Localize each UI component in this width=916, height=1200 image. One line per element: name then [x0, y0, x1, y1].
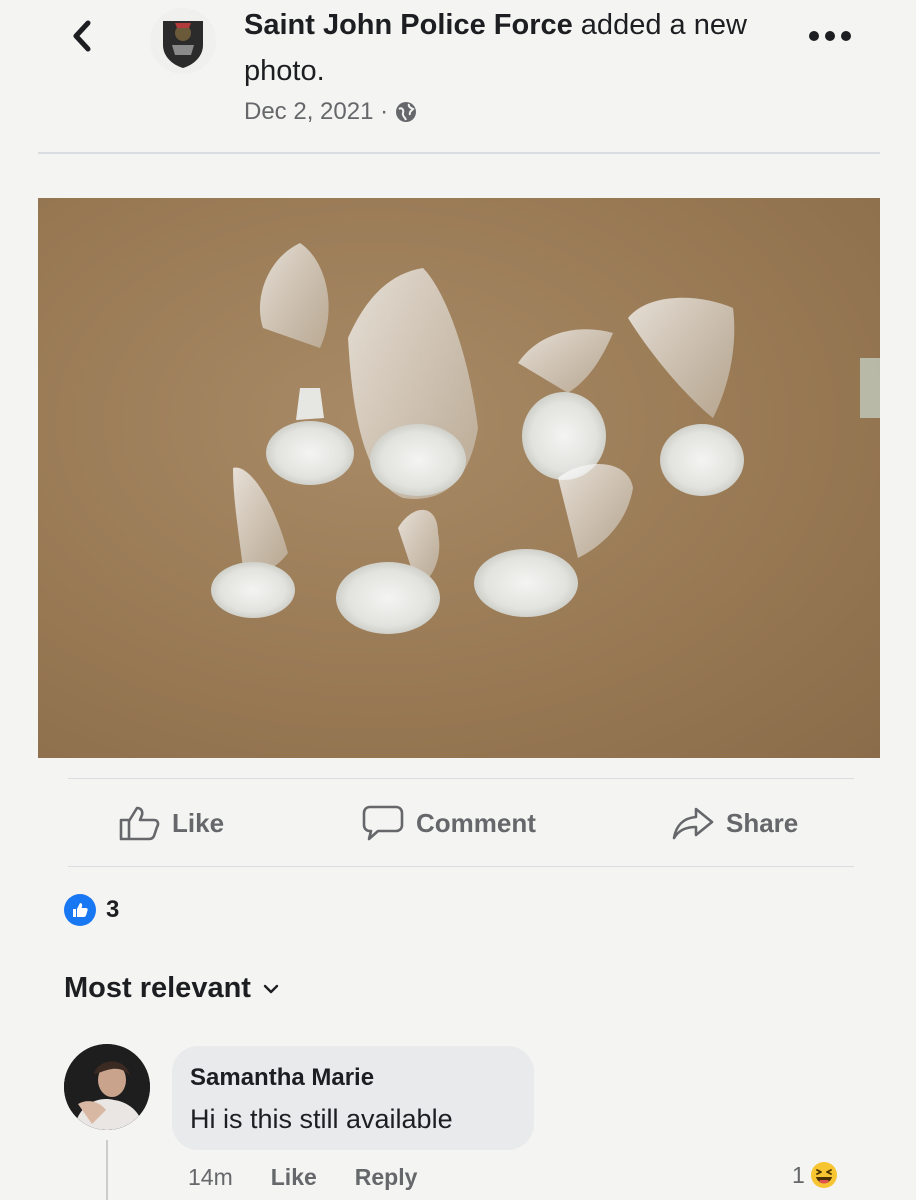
photo-bag [336, 509, 440, 634]
more-horizontal-icon [809, 31, 851, 41]
comment-sort-dropdown[interactable]: Most relevant [64, 972, 279, 1005]
reactions-count: 3 [106, 896, 120, 923]
actions-divider [68, 866, 854, 867]
comment-thread-line [106, 1140, 108, 1200]
photo-content [211, 243, 880, 634]
comment-reaction-count: 1 [792, 1161, 805, 1188]
comment-label: Comment [416, 807, 536, 838]
photo-bag [259, 243, 354, 485]
comment-reply-button[interactable]: Reply [355, 1164, 418, 1191]
comment-time[interactable]: 14m [188, 1164, 233, 1191]
comment-text: Hi is this still available [190, 1104, 453, 1134]
comment-author[interactable]: Samantha Marie [190, 1064, 374, 1092]
facebook-post-view: Saint John Police Force added a new phot… [0, 0, 916, 1200]
commenter-avatar[interactable] [64, 1044, 150, 1130]
reactions-summary[interactable]: 3 [64, 894, 119, 926]
haha-reaction-icon [810, 1162, 837, 1188]
like-reaction-icon [64, 894, 96, 926]
comment-bubble-icon [362, 805, 404, 841]
post-action-bar: Like Comment Share [60, 790, 860, 856]
post-photo[interactable] [38, 198, 880, 758]
photo-bag [628, 297, 744, 496]
share-arrow-icon [672, 807, 714, 840]
photo-bag [211, 467, 295, 618]
share-button[interactable]: Share [672, 805, 798, 841]
more-options-button[interactable] [800, 16, 860, 56]
chevron-left-icon [73, 20, 91, 52]
photo-divider [68, 778, 854, 779]
police-crest-icon [163, 21, 203, 68]
post-header: Saint John Police Force added a new phot… [244, 2, 764, 126]
share-label: Share [726, 807, 799, 838]
chevron-down-icon [263, 984, 279, 993]
page-name-link[interactable]: Saint John Police Force [244, 9, 573, 41]
comment-actions: 14m Like Reply [188, 1164, 417, 1191]
comment-reactions[interactable]: 1 [792, 1160, 839, 1190]
comment-button[interactable]: Comment [362, 803, 536, 843]
photo-bag [474, 464, 633, 617]
header-divider [38, 152, 880, 154]
comment-like-button[interactable]: Like [271, 1164, 317, 1191]
photo-bag [518, 329, 613, 480]
like-label: Like [172, 807, 225, 838]
back-button[interactable] [62, 12, 102, 60]
sort-label: Most relevant [64, 972, 251, 1004]
profile-photo [64, 1044, 150, 1130]
page-avatar[interactable] [150, 8, 216, 74]
globe-icon [396, 102, 417, 122]
photo-bag [348, 268, 478, 499]
thumbs-up-icon [119, 806, 160, 841]
post-meta: Dec 2, 2021 · [244, 98, 764, 126]
post-title: Saint John Police Force added a new phot… [244, 2, 764, 94]
like-button[interactable]: Like [118, 805, 224, 841]
post-date[interactable]: Dec 2, 2021 · [244, 98, 388, 126]
